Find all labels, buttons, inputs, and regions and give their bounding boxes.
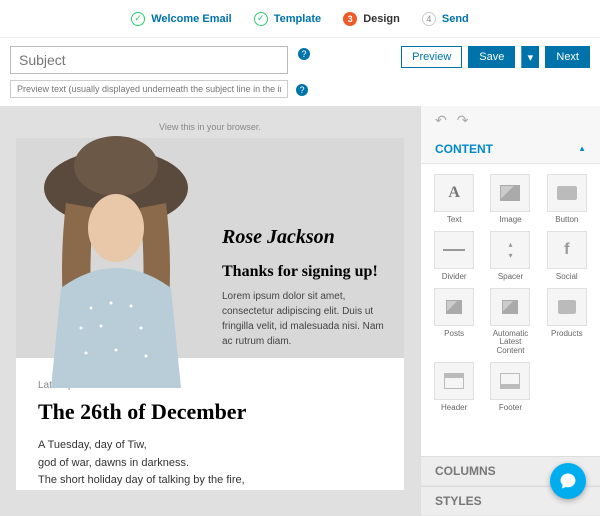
block-social[interactable]: fSocial (542, 231, 592, 282)
save-button[interactable]: Save (468, 46, 515, 68)
email-canvas[interactable]: View this in your browser. Rose Jackson (0, 106, 420, 516)
preview-text-input[interactable] (10, 80, 288, 98)
redo-icon[interactable]: ↷ (457, 112, 469, 129)
help-fab[interactable] (550, 463, 586, 499)
footer-icon (490, 362, 530, 400)
undo-icon[interactable]: ↶ (435, 112, 447, 129)
wizard-stepper: ✓Welcome Email ✓Template 3Design 4Send (0, 0, 600, 38)
toolbar: ? Preview Save ▾ Next (0, 38, 600, 80)
article-line: A Tuesday, day of Tiw, (38, 437, 382, 455)
chat-icon (559, 472, 577, 490)
text-icon: A (434, 174, 474, 212)
thanks-heading: Thanks for signing up! (222, 263, 392, 281)
collapse-icon: ▲ (578, 144, 586, 153)
social-icon: f (547, 231, 587, 269)
spacer-icon: ▴▾ (490, 231, 530, 269)
article-line: The short holiday day of talking by the … (38, 472, 382, 490)
products-icon (547, 288, 587, 326)
step-send[interactable]: 4Send (422, 12, 469, 26)
step-welcome[interactable]: ✓Welcome Email (131, 12, 232, 26)
auto-content-icon (490, 288, 530, 326)
step-number-icon: 3 (343, 12, 357, 26)
block-image[interactable]: Image (485, 174, 535, 225)
hero-photo (6, 108, 236, 388)
workspace: View this in your browser. Rose Jackson (0, 106, 600, 516)
block-divider[interactable]: Divider (429, 231, 479, 282)
block-spacer[interactable]: ▴▾Spacer (485, 231, 535, 282)
header-icon (434, 362, 474, 400)
check-icon: ✓ (131, 12, 145, 26)
block-products[interactable]: Products (542, 288, 592, 356)
block-header[interactable]: Header (429, 362, 479, 413)
block-auto-latest[interactable]: Automatic Latest Content (485, 288, 535, 356)
block-posts[interactable]: Posts (429, 288, 479, 356)
divider-icon (434, 231, 474, 269)
hero-body-text: Lorem ipsum dolor sit amet, consectetur … (222, 289, 392, 349)
help-icon[interactable]: ? (296, 84, 308, 96)
button-icon (547, 174, 587, 212)
content-blocks-grid: AText Image Button Divider ▴▾Spacer fSoc… (421, 164, 600, 456)
help-icon[interactable]: ? (298, 48, 310, 60)
block-text[interactable]: AText (429, 174, 479, 225)
preview-text-row: ? (0, 80, 600, 106)
check-icon: ✓ (254, 12, 268, 26)
image-icon (490, 174, 530, 212)
step-template[interactable]: ✓Template (254, 12, 321, 26)
sidebar: ↶ ↷ CONTENT ▲ AText Image Button Divider… (420, 106, 600, 516)
preview-button[interactable]: Preview (401, 46, 462, 68)
block-footer[interactable]: Footer (485, 362, 535, 413)
subject-input[interactable] (10, 46, 288, 74)
block-button[interactable]: Button (542, 174, 592, 225)
signature-text: Rose Jackson (222, 226, 392, 249)
article-line: god of war, dawns in darkness. (38, 455, 382, 473)
step-number-icon: 4 (422, 12, 436, 26)
article-title: The 26th of December (38, 399, 382, 425)
step-design[interactable]: 3Design (343, 12, 400, 26)
save-dropdown-button[interactable]: ▾ (521, 46, 539, 68)
content-panel-header[interactable]: CONTENT ▲ (421, 134, 600, 164)
hero-block[interactable]: Rose Jackson Thanks for signing up! Lore… (16, 138, 404, 358)
next-button[interactable]: Next (545, 46, 590, 68)
posts-icon (434, 288, 474, 326)
